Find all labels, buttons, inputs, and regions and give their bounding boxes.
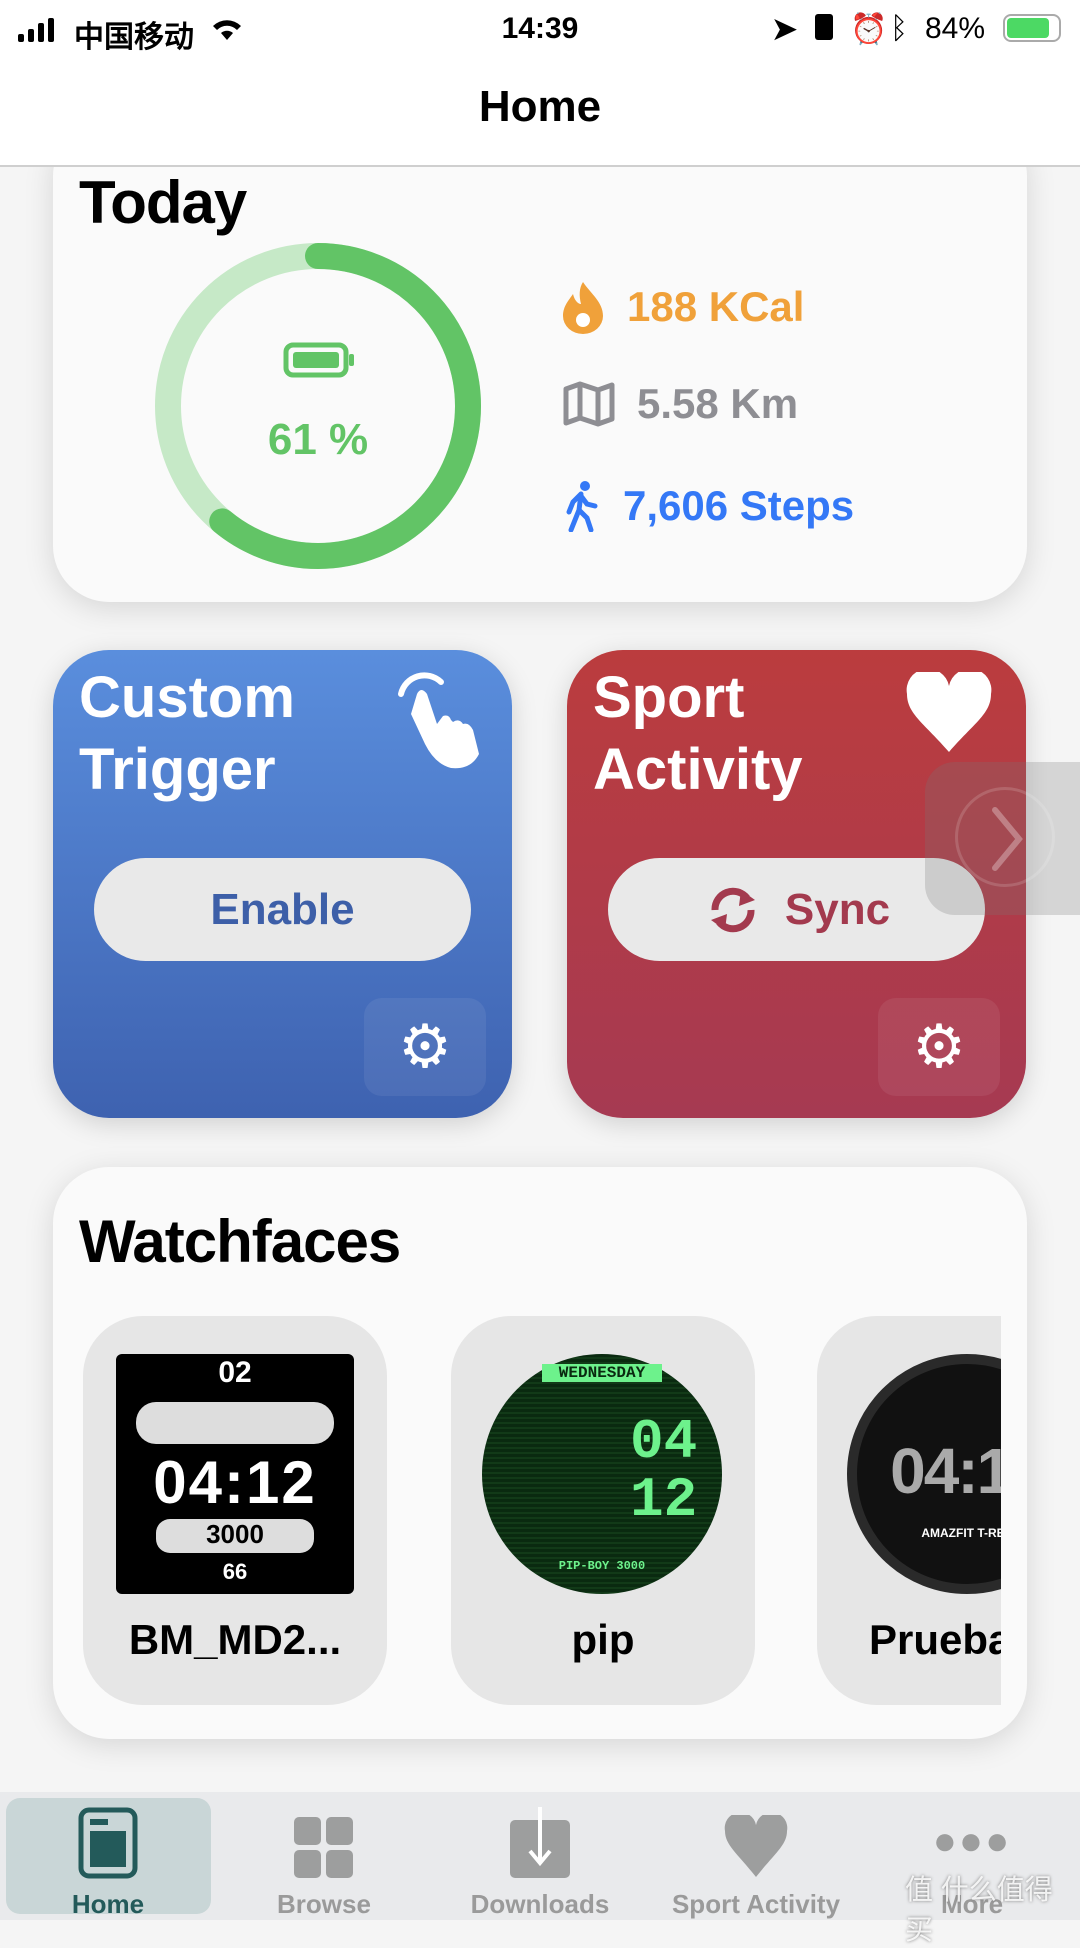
distance-value: 5.58 Km — [637, 380, 799, 427]
calories-value: 188 KCal — [627, 283, 805, 330]
sport-activity-title: Sport Activity — [593, 665, 803, 802]
tab-label: Browse — [277, 1889, 371, 1919]
steps-value: 7,606 Steps — [623, 482, 855, 529]
watchfaces-title: Watchfaces — [79, 1208, 401, 1275]
sync-icon — [710, 887, 755, 932]
bluetooth-icon: ᛒ — [890, 12, 908, 45]
gear-icon: ⚙ — [912, 1013, 966, 1080]
watchface-item[interactable]: WEDNESDAY 04 12 PIP-BOY 3000 pip — [451, 1316, 755, 1705]
tap-hand-icon — [398, 672, 479, 769]
steps-stat: 7,606 Steps — [561, 480, 854, 532]
page-title: Home — [478, 82, 602, 131]
heart-icon — [724, 1815, 788, 1877]
watchface-label: BM_MD2... — [128, 1616, 342, 1663]
enable-button[interactable]: Enable — [94, 858, 471, 961]
battery-icon — [1003, 14, 1061, 42]
custom-trigger-settings-button[interactable]: ⚙ — [364, 998, 486, 1096]
watchface-preview: 02 04:12 3000 66 — [116, 1354, 354, 1594]
today-card[interactable]: Today 61 % 188 KCal 5.58 Km 7,606 Steps — [53, 120, 1027, 602]
flame-icon — [563, 282, 603, 334]
battery-ring — [155, 243, 481, 569]
watermark: 值 什么值得买 — [905, 1874, 1053, 1945]
ellipsis-icon: ●●● — [932, 1819, 1012, 1863]
custom-trigger-card[interactable]: Custom Trigger Enable ⚙ — [53, 650, 512, 1118]
custom-trigger-title: Custom Trigger — [79, 665, 295, 802]
alarm-icon: ⏰ — [850, 13, 888, 46]
watchfaces-card: Watchfaces 02 04:12 3000 66 BM_MD2... WE… — [53, 1167, 1027, 1739]
tab-home[interactable]: Home — [0, 1792, 216, 1920]
tab-label: Sport Activity — [671, 1889, 841, 1919]
today-title: Today — [79, 169, 247, 236]
grid-icon — [294, 1817, 353, 1878]
battery-icon — [283, 342, 354, 378]
tab-bar: Home Browse Downloads Sport Activity ●●●… — [0, 1792, 1080, 1945]
distance-stat: 5.58 Km — [563, 380, 798, 428]
navigation-bar: Home — [0, 60, 1080, 167]
lock-rotation-icon — [815, 14, 833, 40]
watchface-item[interactable]: 04:12 AMAZFIT T-REX Prueba — [817, 1316, 1001, 1705]
calories-stat: 188 KCal — [561, 280, 804, 334]
watchface-preview: WEDNESDAY 04 12 PIP-BOY 3000 — [482, 1354, 722, 1594]
watchface-preview: 04:12 AMAZFIT T-REX — [847, 1354, 1001, 1594]
watchfaces-carousel[interactable]: 02 04:12 3000 66 BM_MD2... WEDNESDAY 04 … — [83, 1316, 1001, 1705]
battery-percent-label: 61 % — [267, 415, 369, 464]
home-icon — [78, 1807, 138, 1879]
tab-label: Home — [71, 1889, 145, 1919]
sync-label: Sync — [784, 884, 891, 934]
download-icon — [510, 1807, 570, 1878]
location-icon: ➤ — [772, 13, 798, 46]
map-icon — [563, 381, 615, 427]
tab-downloads[interactable]: Downloads — [432, 1792, 648, 1920]
scroll-next-handle[interactable] — [925, 762, 1080, 915]
walking-icon — [566, 481, 598, 532]
tab-sport-activity[interactable]: Sport Activity — [648, 1792, 864, 1920]
tab-label: Downloads — [470, 1889, 610, 1919]
watchface-item[interactable]: 02 04:12 3000 66 BM_MD2... — [83, 1316, 387, 1705]
status-bar: 中国移动 14:39 ➤ ⏰ ᛒ 84% — [0, 0, 1080, 60]
chevron-right-icon — [992, 807, 1023, 871]
battery-percent: 84% — [925, 12, 986, 45]
heart-icon — [906, 672, 992, 752]
gear-icon: ⚙ — [398, 1013, 452, 1080]
watchface-label: pip — [571, 1616, 635, 1663]
clock: 14:39 — [501, 12, 579, 45]
watchface-label: Prueba — [869, 1616, 1001, 1663]
tab-browse[interactable]: Browse — [216, 1792, 432, 1920]
sport-activity-settings-button[interactable]: ⚙ — [878, 998, 1000, 1096]
enable-label: Enable — [210, 884, 355, 934]
